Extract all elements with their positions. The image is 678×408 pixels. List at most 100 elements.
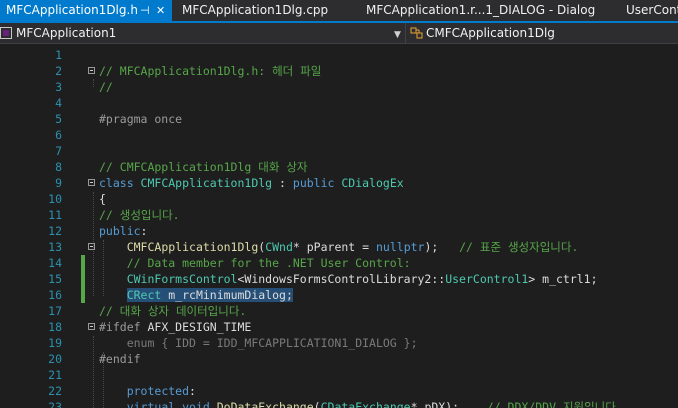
code-text: { (99, 191, 106, 207)
close-icon[interactable]: ✕ (156, 0, 165, 21)
line-number: 12 (48, 224, 62, 238)
code-token: void (182, 400, 217, 408)
code-line[interactable]: 17 // 대화 상자 데이터입니다. (0, 303, 678, 319)
code-token: // CMFCApplication1Dlg 대화 상자 (99, 160, 308, 174)
code-line[interactable]: 8 // CMFCApplication1Dlg 대화 상자 (0, 159, 678, 175)
line-number: 5 (55, 112, 62, 126)
code-token: CDataExchange (320, 400, 411, 408)
code-line[interactable]: 3 // (0, 79, 678, 95)
line-number: 11 (48, 208, 62, 222)
code-text: virtual void DoDataExchange(CDataExchang… (99, 399, 623, 408)
project-dropdown[interactable]: MFCApplication1 ▼ (0, 24, 404, 42)
code-token: * pParent = (292, 240, 376, 254)
tab-label: MFCApplication1.r...1_DIALOG - Dialog (366, 3, 596, 17)
code-line[interactable]: 10 { (0, 191, 678, 207)
code-line[interactable]: 23 virtual void DoDataExchange(CDataExch… (0, 399, 678, 408)
code-line[interactable]: 4 (0, 95, 678, 111)
tab-label: MFCApplication1Dlg.cpp (182, 3, 329, 17)
code-line[interactable]: 6 (0, 127, 678, 143)
code-text: class CMFCApplication1Dlg : public CDial… (99, 175, 404, 191)
line-number: 3 (55, 80, 62, 94)
code-text: protected: (99, 383, 196, 399)
code-token: CMFCApplication1Dlg (140, 176, 273, 190)
pin-icon[interactable]: ⊣ (140, 0, 150, 21)
code-token: * pDX); (410, 400, 487, 408)
line-number: 13 (48, 240, 62, 254)
tab-usercontrol[interactable]: UserControl (618, 0, 678, 21)
code-line[interactable]: 7 (0, 143, 678, 159)
line-number: 9 (55, 176, 62, 190)
line-number: 23 (48, 400, 62, 408)
line-number: 15 (48, 272, 62, 286)
code-line[interactable]: 20 #endif (0, 351, 678, 367)
line-number: 14 (48, 256, 62, 270)
code-line[interactable]: 22 protected: (0, 383, 678, 399)
code-token: virtual (126, 400, 183, 408)
code-token: nullptr (376, 240, 425, 254)
code-token: #ifdef (99, 320, 148, 334)
collapse-icon[interactable] (88, 323, 95, 330)
collapse-icon[interactable] (88, 179, 95, 186)
code-token: UserControl1 (445, 272, 529, 286)
line-number: 16 (48, 288, 62, 302)
code-line[interactable]: 13 CMFCApplication1Dlg(CWnd* pParent = n… (0, 239, 678, 255)
scope-dropdown[interactable]: CMFCApplication1Dlg (410, 24, 678, 42)
line-number: 19 (48, 336, 62, 350)
code-token: CWnd (265, 240, 293, 254)
code-line[interactable]: 11 // 생성입니다. (0, 207, 678, 223)
code-text: // 대화 상자 데이터입니다. (99, 303, 246, 319)
code-token: ); (424, 240, 460, 254)
code-token: // MFCApplication1Dlg.h: 헤더 파일 (99, 64, 322, 78)
tab-label: UserControl (626, 3, 678, 17)
code-line[interactable]: 18 #ifdef AFX_DESIGN_TIME (0, 319, 678, 335)
code-text: #ifdef AFX_DESIGN_TIME (99, 319, 251, 335)
code-token: // 생성입니다. (99, 208, 180, 222)
line-number: 10 (48, 192, 62, 206)
code-line[interactable]: 14 // Data member for the .NET User Cont… (0, 255, 678, 271)
code-text: CWinFormsControl<WindowsFormsControlLibr… (99, 271, 598, 287)
code-token: AFX_DESIGN_TIME (147, 320, 252, 334)
line-number: 6 (55, 128, 62, 142)
code-token: CRect (126, 288, 162, 302)
code-token: // (99, 80, 113, 94)
code-editor[interactable]: 1 2// MFCApplication1Dlg.h: 헤더 파일 3//4 5 #pr… (0, 44, 678, 408)
tab-mfcapplication1dlg-h[interactable]: MFCApplication1Dlg.h ⊣ ✕ (0, 0, 172, 21)
code-line[interactable]: 16 CRect m_rcMinimumDialog; (0, 287, 678, 303)
code-line[interactable]: 19 enum { IDD = IDD_MFCAPPLICATION1_DIAL… (0, 335, 678, 351)
navbar-divider (405, 23, 406, 43)
code-line[interactable]: 5 #pragma once (0, 111, 678, 127)
code-text: enum { IDD = IDD_MFCAPPLICATION1_DIALOG … (99, 335, 418, 351)
change-marker (81, 271, 85, 287)
code-text: // 생성입니다. (99, 207, 180, 223)
code-line[interactable]: 15 CWinFormsControl<WindowsFormsControlL… (0, 271, 678, 287)
line-number: 1 (55, 48, 62, 62)
code-line[interactable]: 9 class CMFCApplication1Dlg : public CDia… (0, 175, 678, 191)
code-text: public: (99, 223, 147, 239)
code-token: { IDD = IDD_MFCAPPLICATION1_DIALOG }; (154, 336, 418, 350)
code-line[interactable]: 12 public: (0, 223, 678, 239)
code-line[interactable]: 1 (0, 47, 678, 63)
navigation-bar: MFCApplication1 ▼ CMFCApplication1Dlg (0, 23, 678, 44)
code-token: : (189, 384, 196, 398)
code-text: // Data member for the .NET User Control… (99, 255, 411, 271)
line-number: 17 (48, 304, 62, 318)
collapse-icon[interactable] (88, 243, 95, 250)
code-token: // DDX/DDV 지원입니다. (486, 400, 623, 408)
collapse-icon[interactable] (88, 67, 95, 74)
tab-dialog-resource[interactable]: MFCApplication1.r...1_DIALOG - Dialog (358, 0, 608, 21)
document-tab-bar: MFCApplication1Dlg.h ⊣ ✕ MFCApplication1… (0, 0, 678, 23)
cpp-project-icon (0, 26, 12, 39)
tab-label: MFCApplication1Dlg.h (6, 3, 138, 17)
code-line[interactable]: 21 (0, 367, 678, 383)
tab-mfcapplication1dlg-cpp[interactable]: MFCApplication1Dlg.cpp (174, 0, 354, 21)
line-number: 22 (48, 384, 62, 398)
change-marker (81, 287, 85, 303)
code-line[interactable]: 2 // MFCApplication1Dlg.h: 헤더 파일 (0, 63, 678, 79)
code-token: : (272, 176, 293, 190)
project-name: MFCApplication1 (16, 26, 117, 40)
